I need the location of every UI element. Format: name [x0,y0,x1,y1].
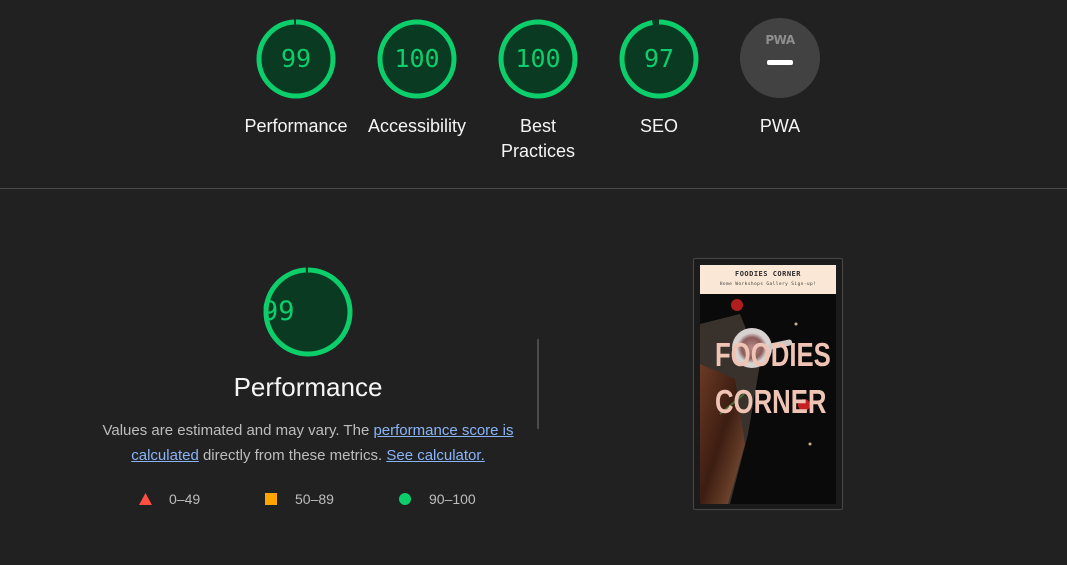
pwa-na-dash [767,60,793,65]
section-divider [0,188,1067,189]
legend-pass-range: 90–100 [429,491,476,507]
performance-label: Performance [244,116,348,136]
score-pwa[interactable]: PWA PWA [720,18,840,139]
desc-middle: directly from these metrics. [198,447,387,464]
performance-detail-score: 99 [262,296,295,327]
best-practices-label-line2: Practices [500,141,576,161]
accessibility-score: 100 [394,44,440,73]
desc-prefix: Values are estimated and may vary. The [102,422,374,439]
score-accessibility[interactable]: 100 Accessibility [357,18,477,139]
best-practices-label: Best Practices [478,114,598,164]
square-icon [265,493,277,505]
hero-image: FOODIES CORNER [700,294,836,504]
best-practices-score: 100 [515,44,561,73]
screenshot-frame: FOODIES CORNER Home Workshops Gallery Si… [700,265,836,504]
score-best-practices[interactable]: 100 Best Practices [478,18,598,164]
vertical-divider [537,339,539,429]
accessibility-label: Accessibility [367,116,467,136]
performance-score: 99 [280,44,312,73]
hero-title-line2: CORNER [714,383,827,420]
legend-fail-range: 0–49 [169,491,201,507]
site-header: FOODIES CORNER Home Workshops Gallery Si… [700,265,836,294]
pwa-label: PWA [759,116,801,136]
best-practices-label-line1: Best [519,116,557,136]
final-screenshot[interactable]: FOODIES CORNER Home Workshops Gallery Si… [693,258,843,510]
performance-detail-gauge: 99 [262,266,354,358]
site-brand: FOODIES CORNER [734,270,801,278]
pwa-icon: PWA [740,18,820,98]
best-practices-gauge: 100 [497,18,579,100]
performance-description: Values are estimated and may vary. The p… [100,418,516,468]
circle-icon [399,493,411,505]
seo-score: 97 [643,44,675,73]
score-seo[interactable]: 97 SEO [599,18,719,139]
seo-label: SEO [639,116,678,136]
hero-title-line1: FOODIES [714,336,831,373]
triangle-icon [139,493,152,505]
performance-gauge: 99 [255,18,337,100]
performance-title: Performance [233,372,383,402]
score-performance[interactable]: 99 Performance [236,18,356,139]
lighthouse-report: 99 Performance 100 Accessibility 100 Bes… [0,0,1067,565]
site-nav: Home Workshops Gallery Sign-up! [719,282,817,287]
legend-average-range: 50–89 [295,491,334,507]
see-calculator-link[interactable]: See calculator. [386,447,484,464]
pwa-badge-text: PWA [765,33,795,47]
seo-gauge: 97 [618,18,700,100]
accessibility-gauge: 100 [376,18,458,100]
